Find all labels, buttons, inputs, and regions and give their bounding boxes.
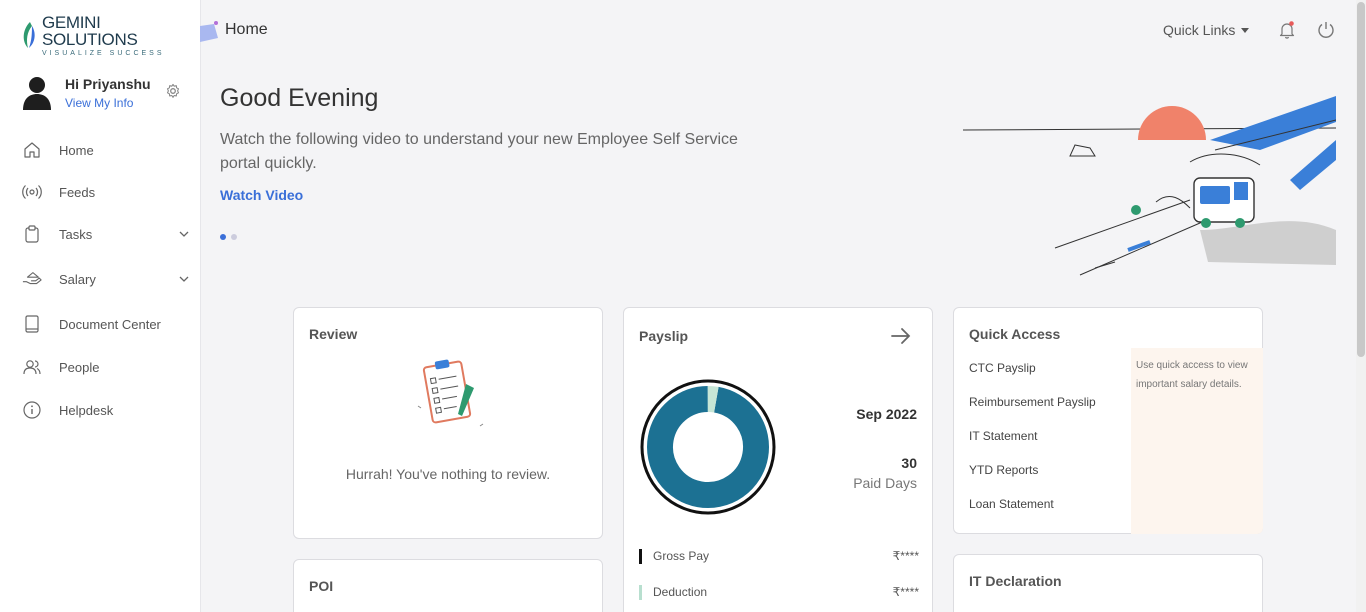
pay-row-value: ₹**** [892,585,919,599]
card-title: POI [309,578,334,594]
caret-down-icon [1241,27,1250,33]
brand-name: GEMINI SOLUTIONS [41,12,138,49]
paid-days-label: Paid Days [853,475,917,491]
sidebar-item-label: Helpdesk [59,402,114,418]
sidebar-item-label: Tasks [59,226,93,242]
brand-tagline: VISUALIZE SUCCESS [41,49,165,57]
donut-hole [674,413,742,481]
payslip-row-gross: Gross Pay ₹**** [639,548,919,566]
payslip-month: Sep 2022 [856,406,917,422]
page-scrollbar[interactable] [1356,0,1366,612]
chevron-down-icon[interactable] [178,228,190,240]
pay-row-label: Gross Pay [653,549,710,563]
carousel-dot[interactable] [220,234,226,240]
sidebar-item-label: Document Center [59,316,161,332]
sidebar-item-label: Feeds [59,184,96,200]
legend-swatch [639,549,642,564]
view-my-info-link[interactable]: View My Info [65,96,133,110]
card-title: Payslip [639,328,689,344]
gear-icon[interactable] [165,83,181,99]
leaf-logo-icon [23,22,35,48]
user-profile: Hi Priyanshu View My Info [20,74,190,114]
quick-access-loan-statement[interactable]: Loan Statement [969,497,1054,511]
payslip-donut-chart [640,379,776,515]
watch-video-link[interactable]: Watch Video [220,187,303,203]
chevron-down-icon[interactable] [178,273,190,285]
hero-description: Watch the following video to understand … [220,131,738,172]
book-icon [22,314,42,334]
page-title: Home [225,21,268,38]
pay-row-label: Deduction [653,585,708,599]
poi-card: POI [293,559,603,612]
payslip-row-deduction: Deduction ₹**** [639,584,919,602]
home-icon [22,140,42,160]
sidebar-item-people[interactable]: People [0,349,200,385]
sidebar-item-feeds[interactable]: Feeds [0,174,200,210]
quick-access-card: Quick Access CTC Payslip Reimbursement P… [953,307,1263,534]
hero-greeting: Good Evening [220,84,379,112]
sidebar-item-label: Home [59,142,94,158]
quick-access-ctc-payslip[interactable]: CTC Payslip [969,361,1036,375]
review-card: Review Hurrah! You've nothing to review. [293,307,603,539]
scrollbar-thumb[interactable] [1357,2,1365,357]
avatar [23,77,51,110]
card-title: Review [309,326,358,342]
company-logo[interactable]: GEMINI SOLUTIONS VISUALIZE SUCCESS [20,14,200,57]
road-trip-illustration [962,96,1336,276]
legend-swatch [639,585,642,600]
info-icon [22,400,42,420]
power-icon[interactable] [1316,20,1336,40]
arrow-right-icon[interactable] [890,326,912,346]
quick-access-it-statement[interactable]: IT Statement [969,429,1037,443]
pay-row-value: ₹**** [892,549,919,563]
sidebar: GEMINI SOLUTIONS VISUALIZE SUCCESS Hi Pr… [0,0,201,612]
paid-days-value: 30 [901,455,917,471]
quick-access-note: Use quick access to view important salar… [1131,348,1263,534]
sidebar-item-helpdesk[interactable]: Helpdesk [0,392,200,428]
hand-coin-icon [22,269,42,289]
card-title: Quick Access [969,326,1061,342]
broadcast-icon [22,182,42,202]
carousel-dots [220,234,237,240]
user-greeting: Hi Priyanshu [65,76,151,92]
carousel-dot[interactable] [231,234,237,240]
review-empty-message: Hurrah! You've nothing to review. [345,466,551,482]
people-icon [22,357,42,377]
sidebar-item-document-center[interactable]: Document Center [0,306,200,342]
quick-access-reimbursement-payslip[interactable]: Reimbursement Payslip [969,395,1096,409]
clipboard-icon [22,224,42,244]
quick-access-ytd-reports[interactable]: YTD Reports [969,463,1038,477]
sidebar-item-home[interactable]: Home [0,132,200,168]
sidebar-item-tasks[interactable]: Tasks [0,216,200,252]
it-declaration-card: IT Declaration [953,554,1263,612]
sidebar-item-label: Salary [59,271,96,287]
card-title: IT Declaration [969,573,1062,589]
clipboard-illustration [417,359,484,427]
bell-icon[interactable] [1278,21,1296,39]
quick-links-dropdown[interactable]: Quick Links [1163,22,1250,38]
quick-links-label: Quick Links [1163,22,1236,38]
sidebar-item-salary[interactable]: Salary [0,261,200,297]
payslip-card: Payslip Sep 2022 30 Paid Days Gross Pay … [623,307,933,612]
decorative-blob-icon [200,21,218,42]
sidebar-item-label: People [59,359,100,375]
